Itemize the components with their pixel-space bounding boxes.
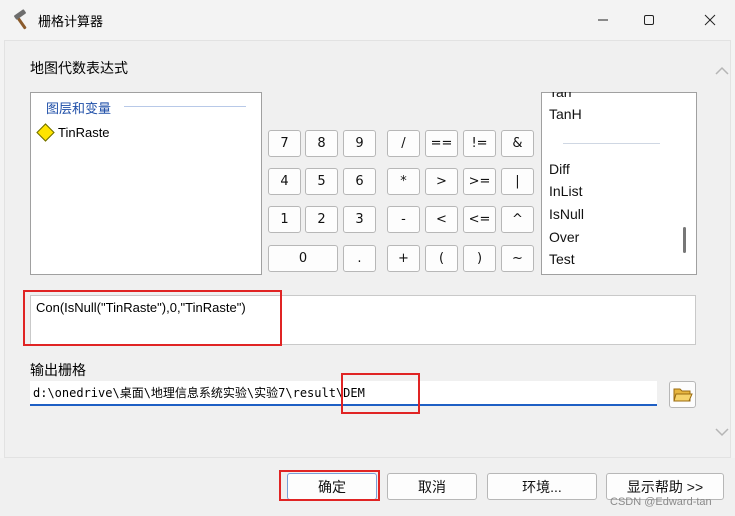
layers-heading-divider xyxy=(124,106,246,107)
scroll-down-chevron-icon[interactable] xyxy=(713,425,731,439)
environments-button[interactable]: 环境... xyxy=(487,473,597,500)
key-xor[interactable]: ^ xyxy=(501,206,534,233)
key-divide[interactable]: / xyxy=(387,130,420,157)
function-item-diff[interactable]: Diff xyxy=(549,161,570,177)
expression-highlight xyxy=(23,290,282,346)
key-open-paren[interactable]: ( xyxy=(425,245,458,272)
function-item-over[interactable]: Over xyxy=(549,229,579,245)
ok-button-highlight xyxy=(279,470,380,501)
scroll-up-chevron-icon[interactable] xyxy=(713,63,731,77)
function-item-test[interactable]: Test xyxy=(549,251,575,267)
minimize-button[interactable] xyxy=(580,0,626,40)
window-title: 栅格计算器 xyxy=(38,14,104,29)
key-and[interactable]: & xyxy=(501,130,534,157)
maximize-icon xyxy=(644,15,654,25)
maximize-button[interactable] xyxy=(626,0,672,40)
function-item-isnull[interactable]: IsNull xyxy=(549,206,584,222)
key-greater-equal[interactable]: >= xyxy=(463,168,496,195)
function-item-tanh[interactable]: TanH xyxy=(549,106,582,122)
key-multiply[interactable]: * xyxy=(387,168,420,195)
key-2[interactable]: 2 xyxy=(305,206,338,233)
function-list-separator xyxy=(563,143,660,144)
map-algebra-label: 地图代数表达式 xyxy=(30,60,128,76)
key-6[interactable]: 6 xyxy=(343,168,376,195)
close-icon xyxy=(704,14,716,26)
folder-open-icon xyxy=(672,388,693,401)
key-minus[interactable]: - xyxy=(387,206,420,233)
key-less-equal[interactable]: <= xyxy=(463,206,496,233)
key-8[interactable]: 8 xyxy=(305,130,338,157)
key-4[interactable]: 4 xyxy=(268,168,301,195)
key-3[interactable]: 3 xyxy=(343,206,376,233)
key-5[interactable]: 5 xyxy=(305,168,338,195)
close-button[interactable] xyxy=(687,0,733,40)
layers-heading: 图层和变量 xyxy=(46,101,112,116)
key-or[interactable]: | xyxy=(501,168,534,195)
browse-folder-button[interactable] xyxy=(669,381,696,408)
key-close-paren[interactable]: ) xyxy=(463,245,496,272)
key-0[interactable]: 0 xyxy=(268,245,338,272)
layers-list[interactable] xyxy=(30,92,262,275)
key-not-equal[interactable]: != xyxy=(463,130,496,157)
watermark: CSDN @Edward-tan xyxy=(610,496,712,508)
function-list-scrollbar[interactable] xyxy=(683,227,686,253)
function-item-inlist[interactable]: InList xyxy=(549,183,582,199)
cancel-button[interactable]: 取消 xyxy=(387,473,477,500)
key-7[interactable]: 7 xyxy=(268,130,301,157)
output-raster-label: 输出栅格 xyxy=(30,362,86,378)
hammer-icon xyxy=(11,9,33,31)
minimize-icon xyxy=(598,19,608,21)
key-not[interactable]: ~ xyxy=(501,245,534,272)
output-name-highlight xyxy=(341,373,420,414)
key-plus[interactable]: + xyxy=(387,245,420,272)
key-9[interactable]: 9 xyxy=(343,130,376,157)
key-greater[interactable]: > xyxy=(425,168,458,195)
key-equal[interactable]: == xyxy=(425,130,458,157)
key-decimal[interactable]: . xyxy=(343,245,376,272)
key-1[interactable]: 1 xyxy=(268,206,301,233)
layer-item-tinraste[interactable]: TinRaste xyxy=(58,125,110,140)
key-less[interactable]: < xyxy=(425,206,458,233)
